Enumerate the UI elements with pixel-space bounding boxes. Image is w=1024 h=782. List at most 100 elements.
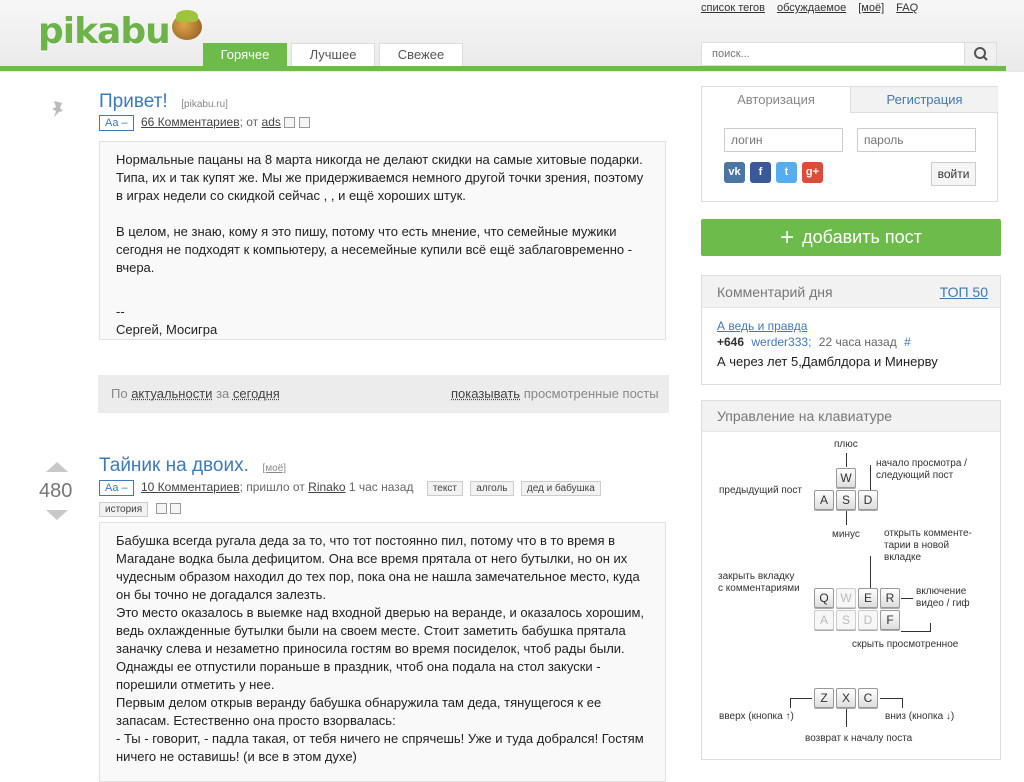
next-label: следующий пост [876, 470, 954, 481]
comment-score: +646 [717, 335, 745, 349]
expand-plus-icon[interactable] [298, 117, 310, 129]
plus-icon: + [780, 224, 795, 251]
post1-blank [116, 205, 649, 223]
key-s: S [836, 490, 856, 510]
upvote-icon[interactable] [46, 462, 68, 472]
post2-paragraph: Это место оказалось в выемке над входной… [116, 605, 645, 656]
post2-source[interactable]: [моё] [263, 463, 287, 474]
connector [901, 598, 913, 599]
tab-best[interactable]: Лучшее [291, 43, 375, 66]
post2-paragraph: Бабушка всегда ругала деда за то, что то… [116, 533, 640, 602]
post2-comments-link[interactable]: 10 Комментариев [141, 480, 240, 494]
connector [846, 453, 847, 467]
post2-paragraph: Первым делом открыв веранду бабушка обна… [116, 695, 602, 728]
post1-meta: Aa – 66 Комментариев; от ads [99, 115, 310, 131]
keyboard-help-panel: Управление на клавиатуре плюс начало про… [701, 400, 1001, 760]
viewed-posts-control: показывать просмотренные посты [451, 375, 659, 413]
expand-plus-icon[interactable] [170, 503, 182, 515]
post1-from-label: ; от [239, 115, 259, 129]
add-post-button[interactable]: + добавить пост [701, 219, 1001, 256]
key-z: Z [814, 688, 834, 708]
up-label: вверх (кнопка ↑) [719, 711, 794, 722]
comment-user-link[interactable]: werder333; [751, 335, 811, 349]
post1-title[interactable]: Привет! [99, 91, 168, 112]
downvote-icon[interactable] [46, 510, 68, 520]
tab-login[interactable]: Авторизация [702, 87, 850, 113]
show-viewed-toggle[interactable]: показывать [451, 386, 520, 401]
post1-paragraph: Нормальные пацаны на 8 марта никогда не … [116, 152, 644, 203]
post1-blank [116, 277, 649, 295]
section-tabs: Горячее Лучшее Свежее [203, 43, 463, 66]
tab-fresh[interactable]: Свежее [379, 43, 463, 66]
prev-label: предыдущий пост [719, 485, 802, 496]
post1-header: Привет! [pikabu.ru] [99, 91, 228, 113]
key-d: D [858, 490, 878, 510]
post1-paragraph: В целом, не знаю, кому я это пишу, потом… [116, 224, 633, 275]
pikabu-logo[interactable]: pikabu [38, 10, 202, 52]
open-comments-label: тарии в новой [884, 540, 950, 551]
connector [870, 556, 871, 588]
down-label: вниз (кнопка ↓) [885, 711, 955, 722]
mine-link[interactable]: [моё] [858, 2, 884, 14]
login-button[interactable]: войти [931, 162, 976, 186]
close-tab-label: закрыть вкладку [718, 571, 795, 582]
key-s: S [836, 610, 856, 630]
key-q: Q [814, 588, 834, 608]
open-comments-label: открыть комменте- [884, 528, 972, 539]
comment-of-day-panel: Комментарий дня ТОП 50 А ведь и правда +… [701, 275, 1001, 385]
login-field[interactable] [724, 128, 843, 152]
comment-permalink[interactable]: # [904, 335, 911, 349]
period-dropdown[interactable]: сегодня [233, 386, 280, 401]
post2-title[interactable]: Тайник на двоих. [99, 455, 249, 476]
connector [846, 511, 847, 525]
comment-time: 22 часа назад [818, 335, 897, 349]
font-size-toggle[interactable]: Aa – [99, 480, 134, 496]
connector [790, 698, 791, 708]
tab-hot[interactable]: Горячее [203, 43, 287, 66]
search-input[interactable] [702, 43, 962, 65]
font-size-toggle[interactable]: Aa – [99, 115, 134, 131]
filter-for-label: за [216, 386, 230, 401]
tag[interactable]: текст [426, 481, 463, 496]
post2-meta: Aa – 10 Комментариев; пришло от Rinako 1… [99, 480, 601, 496]
video-label: включение [916, 586, 967, 597]
minus-label: минус [832, 529, 860, 540]
tag[interactable]: дед и бабушка [520, 481, 601, 496]
search-button[interactable] [964, 43, 996, 65]
key-w: W [836, 588, 856, 608]
hide-viewed-label: скрыть просмотренное [852, 639, 959, 650]
post2-author-link[interactable]: Rinako [308, 480, 345, 494]
comment-text: А через лет 5,Дамблдора и Минерву [717, 354, 938, 369]
viewed-posts-label: просмотренные посты [523, 386, 659, 401]
tab-register[interactable]: Регистрация [850, 87, 998, 113]
google-plus-icon[interactable]: g+ [802, 162, 823, 183]
connector [790, 698, 812, 699]
connector [846, 709, 847, 727]
pin-icon [50, 100, 66, 121]
post1-comments-link[interactable]: 66 Комментариев [141, 115, 240, 129]
post2-meta-row2: история [99, 500, 182, 517]
top50-link[interactable]: ТОП 50 [940, 276, 988, 308]
post2-from-label: ; пришло от [239, 480, 305, 494]
key-w: W [836, 468, 856, 488]
faq-link[interactable]: FAQ [896, 2, 918, 14]
key-r: R [880, 588, 900, 608]
plus-label: плюс [834, 439, 858, 450]
connector [870, 465, 871, 491]
discussed-link[interactable]: обсуждаемое [777, 2, 846, 14]
tag[interactable]: алголь [470, 481, 514, 496]
keyboard-help-title: Управление на клавиатуре [702, 401, 1000, 432]
sort-dropdown[interactable]: актуальности [131, 386, 212, 401]
tag[interactable]: история [99, 502, 149, 517]
key-d: D [858, 610, 878, 630]
comment-post-link[interactable]: А ведь и правда [717, 319, 807, 333]
save-icon[interactable] [155, 503, 167, 515]
connector [902, 698, 903, 708]
vk-icon[interactable]: vk [724, 162, 745, 183]
password-field[interactable] [857, 128, 976, 152]
twitter-icon[interactable]: t [776, 162, 797, 183]
facebook-icon[interactable]: f [750, 162, 771, 183]
save-icon[interactable] [284, 117, 296, 129]
tags-list-link[interactable]: список тегов [701, 2, 765, 14]
post1-author-link[interactable]: ads [262, 115, 281, 129]
